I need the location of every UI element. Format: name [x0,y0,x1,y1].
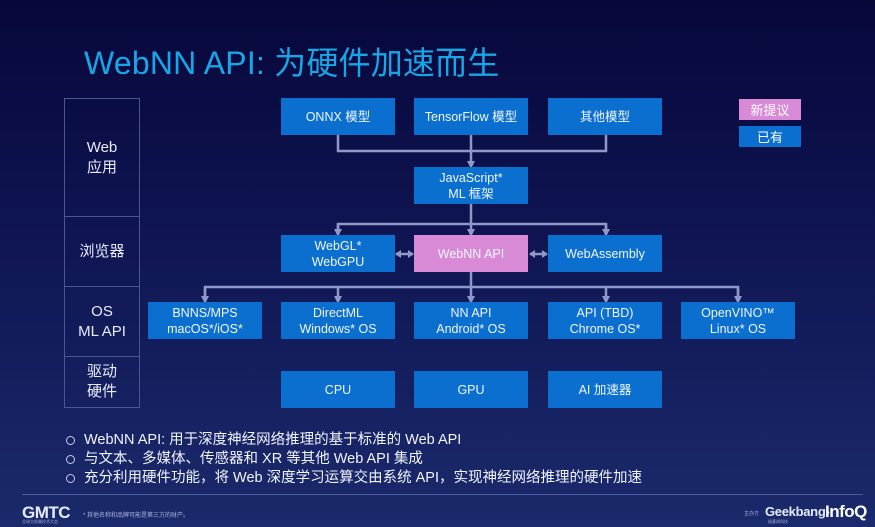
arrowhead-left-icon [395,250,401,258]
box-os-api-chromeos: API (TBD) Chrome OS* [548,302,662,339]
arrowhead-left-icon [529,250,535,258]
footer-divider [22,494,863,495]
bullet-circle-icon [66,474,75,483]
layer-os-ml-api: OS ML API [65,287,139,357]
legend-existing: 已有 [739,126,801,147]
box-webgl-webgpu: WebGL* WebGPU [281,235,395,272]
layer-column: Web 应用 浏览器 OS ML API 驱动 硬件 [64,98,140,408]
sponsor-label: 主办方 [744,511,760,517]
box-hw-gpu: GPU [414,371,528,408]
box-os-api-windows: DirectML Windows* OS [281,302,395,339]
bullet-item: 与文本、多媒体、传感器和 XR 等其他 Web API 集成 [66,450,642,469]
box-hw-cpu: CPU [281,371,395,408]
geekbang-logo-subtitle: 极客邦科技 [768,519,788,524]
layer-web-app: Web 应用 [65,99,139,217]
box-webnn-api: WebNN API [414,235,528,272]
box-os-api-linux: OpenVINO™ Linux* OS [681,302,795,339]
footer-disclaimer: * 其他名称和品牌可能是第三方的财产。 [83,513,190,519]
box-os-api-android: NN API Android* OS [414,302,528,339]
box-hw-ai-accelerator: AI 加速器 [548,371,662,408]
bullet-circle-icon [66,455,75,464]
bullet-list: WebNN API: 用于深度神经网络推理的基于标准的 Web API 与文本、… [66,431,642,488]
box-os-api-macos: BNNS/MPS macOS*/iOS* [148,302,262,339]
layer-driver-hardware: 驱动 硬件 [86,363,117,400]
box-onnx-model: ONNX 模型 [281,98,395,135]
infoq-logo: InfoQ [825,502,867,521]
geekbang-logo: Geekbang› [765,504,830,519]
layer-browser: 浏览器 [65,217,139,287]
gmtc-logo-subtitle: 全球大前端技术大会 [22,519,58,524]
box-tensorflow-model: TensorFlow 模型 [414,98,528,135]
box-webassembly: WebAssembly [548,235,662,272]
box-other-models: 其他模型 [548,98,662,135]
bullet-circle-icon [66,436,75,445]
box-js-ml-framework: JavaScript* ML 框架 [414,167,528,204]
legend-new-proposal: 新提议 [739,99,801,120]
bullet-item: WebNN API: 用于深度神经网络推理的基于标准的 Web API [66,431,642,450]
bullet-item: 充分利用硬件功能，将 Web 深度学习运算交由系统 API，实现神经网络推理的硬… [66,469,642,488]
